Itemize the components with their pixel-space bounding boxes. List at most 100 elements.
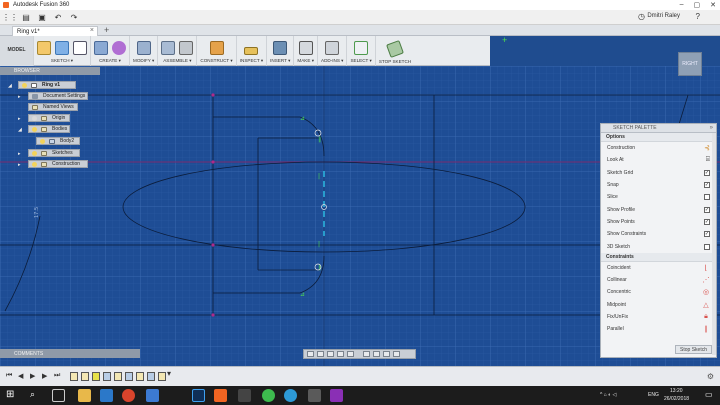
timeline-feature[interactable] <box>103 372 111 381</box>
expand-arrow-icon[interactable]: ▸ <box>18 162 21 168</box>
3d-print-icon[interactable] <box>298 41 313 55</box>
comments-panel[interactable]: COMMENTS <box>0 349 140 358</box>
visibility-bulb-icon[interactable] <box>22 82 27 88</box>
browser-item-construction[interactable]: Construction <box>28 160 88 168</box>
timeline-feature[interactable] <box>114 372 122 381</box>
new-component-icon[interactable] <box>161 41 176 55</box>
lock-icon[interactable]: 🔒︎ <box>702 313 710 321</box>
constraint-fix-unfix[interactable]: Fix/UnFix 🔒︎ <box>601 311 716 323</box>
toolbar-group-addins[interactable]: ADD-INS ▾ <box>318 36 348 66</box>
expand-arrow-icon[interactable]: ▸ <box>18 94 21 100</box>
options-section-header[interactable]: Options <box>601 133 716 142</box>
offset-plane-icon[interactable] <box>209 41 224 55</box>
browser-item-named-views[interactable]: Named Views <box>28 103 78 111</box>
visibility-bulb-icon[interactable] <box>32 150 37 156</box>
timeline-feature[interactable] <box>158 372 166 381</box>
task-view-icon[interactable] <box>52 389 65 402</box>
snap-checkbox[interactable]: ✓ <box>704 182 710 189</box>
midpoint-icon[interactable]: △ <box>702 301 710 309</box>
orbit-icon[interactable] <box>307 351 314 357</box>
collapse-arrow-icon[interactable]: ◢ <box>18 127 22 133</box>
palette-close-icon[interactable]: » <box>710 125 713 131</box>
toolbar-group-sketch[interactable]: SKETCH ▾ <box>34 36 91 66</box>
constraints-section-header[interactable]: Constraints <box>601 252 716 262</box>
user-name[interactable]: Dmitri Raley <box>647 13 680 19</box>
zoom-window-icon[interactable] <box>347 351 354 357</box>
go-to-start-icon[interactable]: ⏮ <box>6 372 12 380</box>
browser-item-sketches[interactable]: Sketches <box>28 149 80 157</box>
constraint-collinear[interactable]: Collinear ⋰ <box>601 274 716 286</box>
sketch-palette-header[interactable]: SKETCH PALETTE » <box>601 124 716 133</box>
timeline-feature[interactable] <box>92 372 100 381</box>
constraint-concentric[interactable]: Concentric ◎ <box>601 286 716 298</box>
sketch-pencil-icon[interactable] <box>37 41 51 55</box>
option-look-at[interactable]: Look At ⌸ <box>601 154 716 166</box>
timeline-feature[interactable] <box>136 372 144 381</box>
visibility-bulb-icon[interactable] <box>32 115 37 121</box>
option-slice[interactable]: Slice <box>601 191 716 203</box>
slice-checkbox[interactable] <box>704 194 710 201</box>
expand-arrow-icon[interactable]: ◢ <box>8 83 12 89</box>
file-icon[interactable]: ▤ <box>20 12 32 22</box>
go-to-end-icon[interactable]: ⏭ <box>54 372 60 380</box>
sphere-icon[interactable] <box>112 41 126 55</box>
help-icon[interactable]: ? <box>696 12 700 21</box>
concentric-icon[interactable]: ◎ <box>702 288 710 296</box>
browser-item-root[interactable]: Ring v1 <box>18 81 76 89</box>
pan-icon[interactable] <box>327 351 334 357</box>
visibility-bulb-icon[interactable] <box>32 161 37 167</box>
chrome-icon[interactable] <box>122 389 135 402</box>
undo-icon[interactable]: ↶ <box>52 12 64 22</box>
dimension-label[interactable]: 17.5 <box>34 207 40 218</box>
measure-icon[interactable] <box>244 47 259 55</box>
option-sketch-grid[interactable]: Sketch Grid ✓ <box>601 167 716 179</box>
show-points-checkbox[interactable]: ✓ <box>704 218 710 225</box>
3d-sketch-checkbox[interactable] <box>704 243 710 250</box>
calculator-icon[interactable] <box>238 389 251 402</box>
sketch-rectangle-icon[interactable] <box>73 41 87 55</box>
show-profile-checkbox[interactable]: ✓ <box>704 206 710 213</box>
viewports-icon[interactable] <box>393 351 400 357</box>
joint-icon[interactable] <box>179 41 194 55</box>
grid-menu-icon[interactable]: ⋮⋮ <box>2 12 18 22</box>
toolbar-group-select[interactable]: SELECT ▾ <box>347 36 376 66</box>
option-show-profile[interactable]: Show Profile ✓ <box>601 203 716 215</box>
option-snap[interactable]: Snap ✓ <box>601 179 716 191</box>
clock-time[interactable]: 13:20 <box>670 388 683 394</box>
sketch-line-icon[interactable] <box>55 41 69 55</box>
coincident-icon[interactable]: ⌊ <box>702 264 710 272</box>
option-3d-sketch[interactable]: 3D Sketch <box>601 240 716 252</box>
browser-item-bodies[interactable]: Bodies <box>28 125 70 133</box>
browser-item-origin[interactable]: Origin <box>28 114 70 122</box>
browser-item-document-settings[interactable]: Document Settings <box>28 92 88 100</box>
toolbar-group-create[interactable]: CREATE ▾ <box>91 36 130 66</box>
option-show-points[interactable]: Show Points ✓ <box>601 216 716 228</box>
toolbar-stop-sketch[interactable]: STOP SKETCH <box>376 36 414 66</box>
windows-start-icon[interactable]: ⊞ <box>6 389 14 400</box>
stop-sketch-icon[interactable] <box>386 40 404 58</box>
constraint-parallel[interactable]: Parallel ∥ <box>601 323 716 335</box>
fit-icon[interactable] <box>363 351 370 357</box>
whatsapp-icon[interactable] <box>262 389 275 402</box>
tab-close-icon[interactable]: × <box>90 27 94 34</box>
step-forward-icon[interactable]: ▶ <box>42 372 47 380</box>
mail-icon[interactable] <box>146 389 159 402</box>
insert-image-icon[interactable] <box>273 41 288 55</box>
edge-icon[interactable] <box>100 389 113 402</box>
extrude-icon[interactable] <box>94 41 108 55</box>
notifications-icon[interactable]: ▭ <box>705 390 713 399</box>
constraint-coincident[interactable]: Coincident ⌊ <box>601 262 716 274</box>
expand-arrow-icon[interactable]: ▸ <box>18 116 21 122</box>
new-tab-icon[interactable]: + <box>104 25 109 35</box>
timeline-feature[interactable] <box>70 372 78 381</box>
option-construction[interactable]: Construction ⊰ <box>601 142 716 154</box>
history-icon[interactable]: ◷ <box>638 12 645 21</box>
view-cube[interactable]: RIGHT <box>678 52 702 76</box>
clock-date[interactable]: 26/02/2018 <box>664 396 689 402</box>
sketch-grid-checkbox[interactable]: ✓ <box>704 169 710 176</box>
fusion-taskbar-icon[interactable] <box>214 389 227 402</box>
system-tray-icons[interactable]: ^ ⌂ ◐ ◁ <box>600 392 616 398</box>
browser-header[interactable]: BROWSER <box>0 67 100 75</box>
toolbar-group-insert[interactable]: INSERT ▾ <box>267 36 295 66</box>
timeline-feature[interactable] <box>81 372 89 381</box>
